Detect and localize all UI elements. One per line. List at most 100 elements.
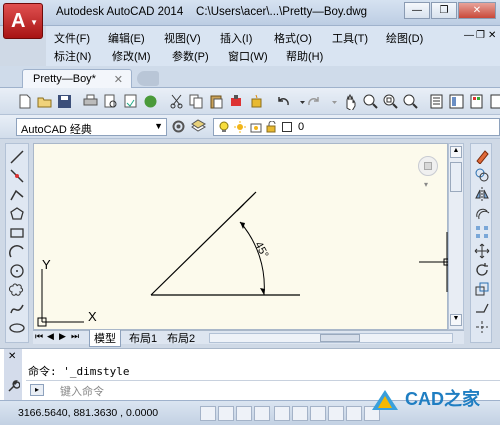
menu-dimension[interactable]: 标注(N)	[54, 48, 91, 64]
first-layout-icon[interactable]: ⏮	[35, 331, 43, 342]
dynamic-ucs-icon[interactable]	[346, 406, 362, 421]
trim-icon[interactable]	[474, 319, 490, 335]
tab-model[interactable]: 模型	[89, 330, 121, 347]
circle-icon[interactable]	[9, 263, 25, 279]
line-icon[interactable]	[9, 149, 25, 165]
polygon-icon[interactable]	[9, 206, 25, 222]
ortho-mode-icon[interactable]	[254, 406, 270, 421]
offset-icon[interactable]	[474, 205, 490, 221]
open-file-icon[interactable]	[36, 93, 53, 110]
layer-dropdown[interactable]: 0	[213, 118, 500, 136]
minimize-button[interactable]: —	[404, 2, 430, 19]
next-layout-icon[interactable]: ▶	[59, 331, 66, 342]
lock-icon[interactable]	[266, 120, 278, 133]
doc-close-button[interactable]: ✕	[488, 30, 496, 41]
doc-restore-button[interactable]: ❐	[476, 30, 485, 41]
zoom-previous-icon[interactable]	[402, 93, 419, 110]
menu-draw[interactable]: 绘图(D)	[386, 30, 423, 46]
menu-format[interactable]: 格式(O)	[274, 30, 312, 46]
horizontal-scrollbar[interactable]	[209, 333, 453, 343]
rotate-icon[interactable]	[474, 262, 490, 278]
erase-icon[interactable]	[474, 148, 490, 165]
menu-file[interactable]: 文件(F)	[54, 30, 90, 46]
document-tab[interactable]: Pretty—Boy* ✕	[22, 69, 132, 89]
close-tab-icon[interactable]: ✕	[114, 73, 123, 86]
wrench-icon[interactable]	[6, 379, 21, 393]
block-editor-icon[interactable]	[248, 93, 265, 110]
tab-layout1[interactable]: 布局1	[125, 330, 161, 346]
publish-icon[interactable]	[122, 93, 139, 110]
arc-icon[interactable]	[9, 244, 25, 260]
prev-layout-icon[interactable]: ◀	[47, 331, 54, 342]
array-icon[interactable]	[474, 224, 490, 240]
layer-properties-icon[interactable]	[190, 118, 207, 135]
cut-icon[interactable]	[168, 93, 185, 110]
sun-icon[interactable]	[234, 121, 246, 133]
horizontal-scroll-thumb[interactable]	[320, 334, 360, 342]
pan-icon[interactable]	[342, 93, 359, 112]
menu-view[interactable]: 视图(V)	[164, 30, 201, 46]
drawing-canvas[interactable]: 45° Y X ▾	[33, 143, 449, 330]
menu-modify[interactable]: 修改(M)	[112, 48, 151, 64]
3d-dwf-icon[interactable]	[142, 93, 159, 110]
undo-icon[interactable]	[274, 93, 291, 110]
command-line-handle[interactable]: ✕	[4, 349, 22, 401]
copy-object-icon[interactable]	[474, 167, 490, 183]
viewport-freeze-icon[interactable]	[250, 121, 262, 133]
scroll-up-icon[interactable]: ▲	[450, 146, 462, 158]
last-layout-icon[interactable]: ⏭	[71, 331, 79, 342]
paste-icon[interactable]	[208, 93, 225, 110]
object-snap-icon[interactable]	[292, 406, 308, 421]
workspace-dropdown[interactable]: AutoCAD 经典 ▼	[16, 118, 167, 136]
snap-mode-icon[interactable]	[218, 406, 234, 421]
construction-line-icon[interactable]	[9, 168, 25, 184]
menu-insert[interactable]: 插入(I)	[220, 30, 252, 46]
save-icon[interactable]	[56, 93, 73, 110]
properties-icon[interactable]	[428, 93, 445, 110]
tab-layout2[interactable]: 布局2	[163, 330, 199, 346]
menu-tools[interactable]: 工具(T)	[332, 30, 368, 46]
zoom-realtime-icon[interactable]	[362, 93, 379, 110]
menu-help[interactable]: 帮助(H)	[286, 48, 323, 64]
copy-icon[interactable]	[188, 93, 205, 110]
infer-constraints-icon[interactable]	[200, 406, 216, 421]
doc-minimize-button[interactable]: —	[464, 30, 474, 41]
spline-icon[interactable]	[9, 301, 25, 317]
tool-palettes-icon[interactable]	[468, 93, 485, 110]
undo-dropdown-icon[interactable]	[294, 93, 305, 110]
plot-preview-icon[interactable]	[102, 93, 119, 110]
close-button[interactable]: ✕	[458, 2, 496, 19]
viewcube-icon[interactable]	[418, 156, 438, 176]
restore-button[interactable]: ❐	[431, 2, 457, 19]
move-icon[interactable]	[474, 243, 490, 259]
scale-icon[interactable]	[474, 281, 490, 297]
coordinate-display[interactable]: 3166.5640, 881.3630 , 0.0000	[18, 407, 158, 419]
lightbulb-icon[interactable]	[218, 121, 230, 133]
close-icon[interactable]: ✕	[8, 351, 16, 362]
menu-window[interactable]: 窗口(W)	[228, 48, 268, 64]
3d-object-snap-icon[interactable]	[310, 406, 326, 421]
stretch-icon[interactable]	[474, 300, 490, 316]
polyline-icon[interactable]	[9, 187, 25, 203]
new-file-icon[interactable]	[16, 93, 33, 110]
revision-cloud-icon[interactable]	[8, 282, 25, 298]
redo-icon[interactable]	[306, 93, 323, 110]
ellipse-icon[interactable]	[9, 320, 25, 336]
polar-tracking-icon[interactable]	[274, 406, 290, 421]
redo-dropdown-icon[interactable]	[326, 93, 337, 110]
scroll-down-icon[interactable]: ▼	[450, 314, 462, 326]
scroll-thumb[interactable]	[450, 162, 462, 192]
match-properties-icon[interactable]	[228, 93, 245, 110]
menu-edit[interactable]: 编辑(E)	[108, 30, 145, 46]
design-center-icon[interactable]	[448, 93, 465, 110]
zoom-window-icon[interactable]	[382, 93, 399, 110]
grid-display-icon[interactable]	[236, 406, 252, 421]
viewcube-chevron-icon[interactable]: ▾	[424, 180, 428, 189]
object-snap-tracking-icon[interactable]	[328, 406, 344, 421]
vertical-scrollbar[interactable]: ▲ ▼	[448, 143, 464, 330]
mirror-icon[interactable]	[474, 186, 490, 202]
plot-icon[interactable]	[82, 93, 99, 110]
menu-parametric[interactable]: 参数(P)	[172, 48, 209, 64]
application-menu-button[interactable]: A ▼	[3, 3, 43, 39]
sheet-set-icon[interactable]	[488, 93, 500, 110]
